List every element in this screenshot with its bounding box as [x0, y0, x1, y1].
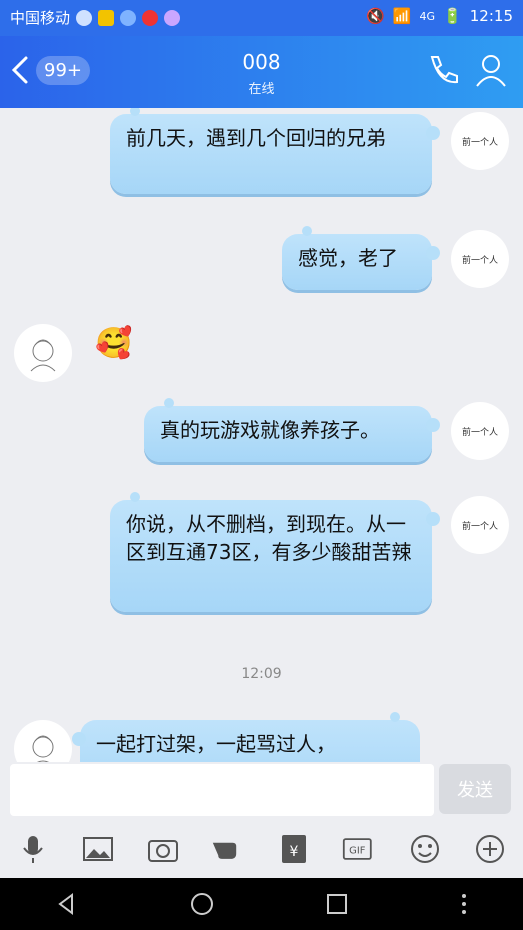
- phone-icon: [430, 56, 458, 84]
- status-time: 12:15: [469, 7, 513, 25]
- friend-avatar[interactable]: [14, 720, 72, 762]
- profile-button[interactable]: [473, 52, 509, 88]
- bubble-tail: [130, 108, 140, 116]
- emoji-icon: [410, 835, 439, 863]
- message-bubble[interactable]: 你说，从不删档，到现在。从一区到互通73区，有多少酸甜苦辣: [110, 492, 440, 612]
- more-button[interactable]: [472, 831, 508, 867]
- home-icon[interactable]: [189, 891, 215, 917]
- app-icon: [164, 9, 181, 26]
- message-text: 真的玩游戏就像养孩子。: [160, 418, 380, 442]
- message-text: 你说，从不删档，到现在。从一区到互通73区，有多少酸甜苦辣: [126, 512, 412, 564]
- my-avatar[interactable]: 前一个人: [451, 230, 509, 288]
- sketch-face-icon: [30, 339, 56, 372]
- my-avatar[interactable]: 前一个人: [451, 402, 509, 460]
- carrier-label: 中国移动: [10, 9, 71, 27]
- timestamp: 12:09: [241, 666, 282, 682]
- image-icon: [83, 837, 114, 861]
- friend-avatar[interactable]: [14, 324, 72, 382]
- wifi-icon: 📶: [392, 7, 412, 25]
- sketch-face-icon: [32, 735, 54, 762]
- back-icon[interactable]: [54, 891, 80, 917]
- send-button[interactable]: 发送: [439, 764, 511, 814]
- composer-bar: 发送: [0, 762, 523, 820]
- message-input[interactable]: [10, 764, 434, 816]
- bubble-tail: [390, 712, 400, 722]
- message-bubble[interactable]: 真的玩游戏就像养孩子。: [144, 398, 440, 462]
- gif-button[interactable]: GIF: [342, 831, 378, 867]
- message-text: 感觉，老了: [298, 246, 398, 270]
- microphone-icon: [22, 836, 43, 863]
- group-app-icon: [120, 9, 137, 26]
- message-text: 一起打过架，一起骂过人，: [96, 732, 336, 756]
- bubble-tail: [302, 226, 312, 236]
- call-button[interactable]: [423, 52, 459, 88]
- recent-apps-icon[interactable]: [324, 891, 350, 917]
- system-nav-bar: [0, 878, 523, 930]
- message-bubble[interactable]: 一起打过架，一起骂过人，: [72, 712, 420, 762]
- image-button[interactable]: [80, 831, 116, 867]
- svg-text:¥: ¥: [290, 844, 299, 860]
- composer-toolbar: ¥ GIF: [0, 820, 523, 878]
- message-bubble[interactable]: 感觉，老了: [282, 226, 440, 290]
- voice-button[interactable]: [15, 831, 51, 867]
- camera-icon: [148, 840, 179, 862]
- message-text: 前几天，遇到几个回归的兄弟: [126, 126, 386, 150]
- mute-icon: 🔇: [366, 7, 385, 25]
- my-avatar[interactable]: 前一个人: [451, 112, 509, 170]
- red-envelope-button[interactable]: ¥: [276, 831, 312, 867]
- message-bubble[interactable]: 前几天，遇到几个回归的兄弟: [110, 108, 440, 194]
- network-type: 4G: [419, 9, 436, 23]
- status-bar: 中国移动 🔇 📶 4G 🔋 12:15: [0, 0, 523, 36]
- more-vert-icon[interactable]: [459, 891, 469, 917]
- chat-area[interactable]: 前几天，遇到几个回归的兄弟 前一个人 感觉，老了 前一个人 🥰 真的玩游戏就像养…: [0, 108, 523, 762]
- gif-icon: GIF: [342, 838, 372, 860]
- plus-icon: [476, 835, 505, 863]
- chat-app-icon: [76, 9, 93, 26]
- svg-text:GIF: GIF: [349, 846, 366, 857]
- bubble-tail: [130, 492, 140, 502]
- bubble-tail: [164, 398, 174, 408]
- emoji-button[interactable]: [407, 831, 443, 867]
- camera-button[interactable]: [145, 831, 181, 867]
- red-envelope-icon: ¥: [282, 835, 307, 863]
- weibo-icon: [142, 9, 159, 26]
- hand-icon: [212, 842, 237, 859]
- user-icon: [476, 55, 506, 87]
- chat-header: 99+ 008 在线: [0, 36, 523, 108]
- my-avatar[interactable]: 前一个人: [451, 496, 509, 554]
- emoji-message[interactable]: 🥰: [95, 326, 132, 361]
- yy-app-icon: [98, 9, 115, 26]
- poke-button[interactable]: [211, 831, 247, 867]
- battery-icon: 🔋: [443, 7, 462, 25]
